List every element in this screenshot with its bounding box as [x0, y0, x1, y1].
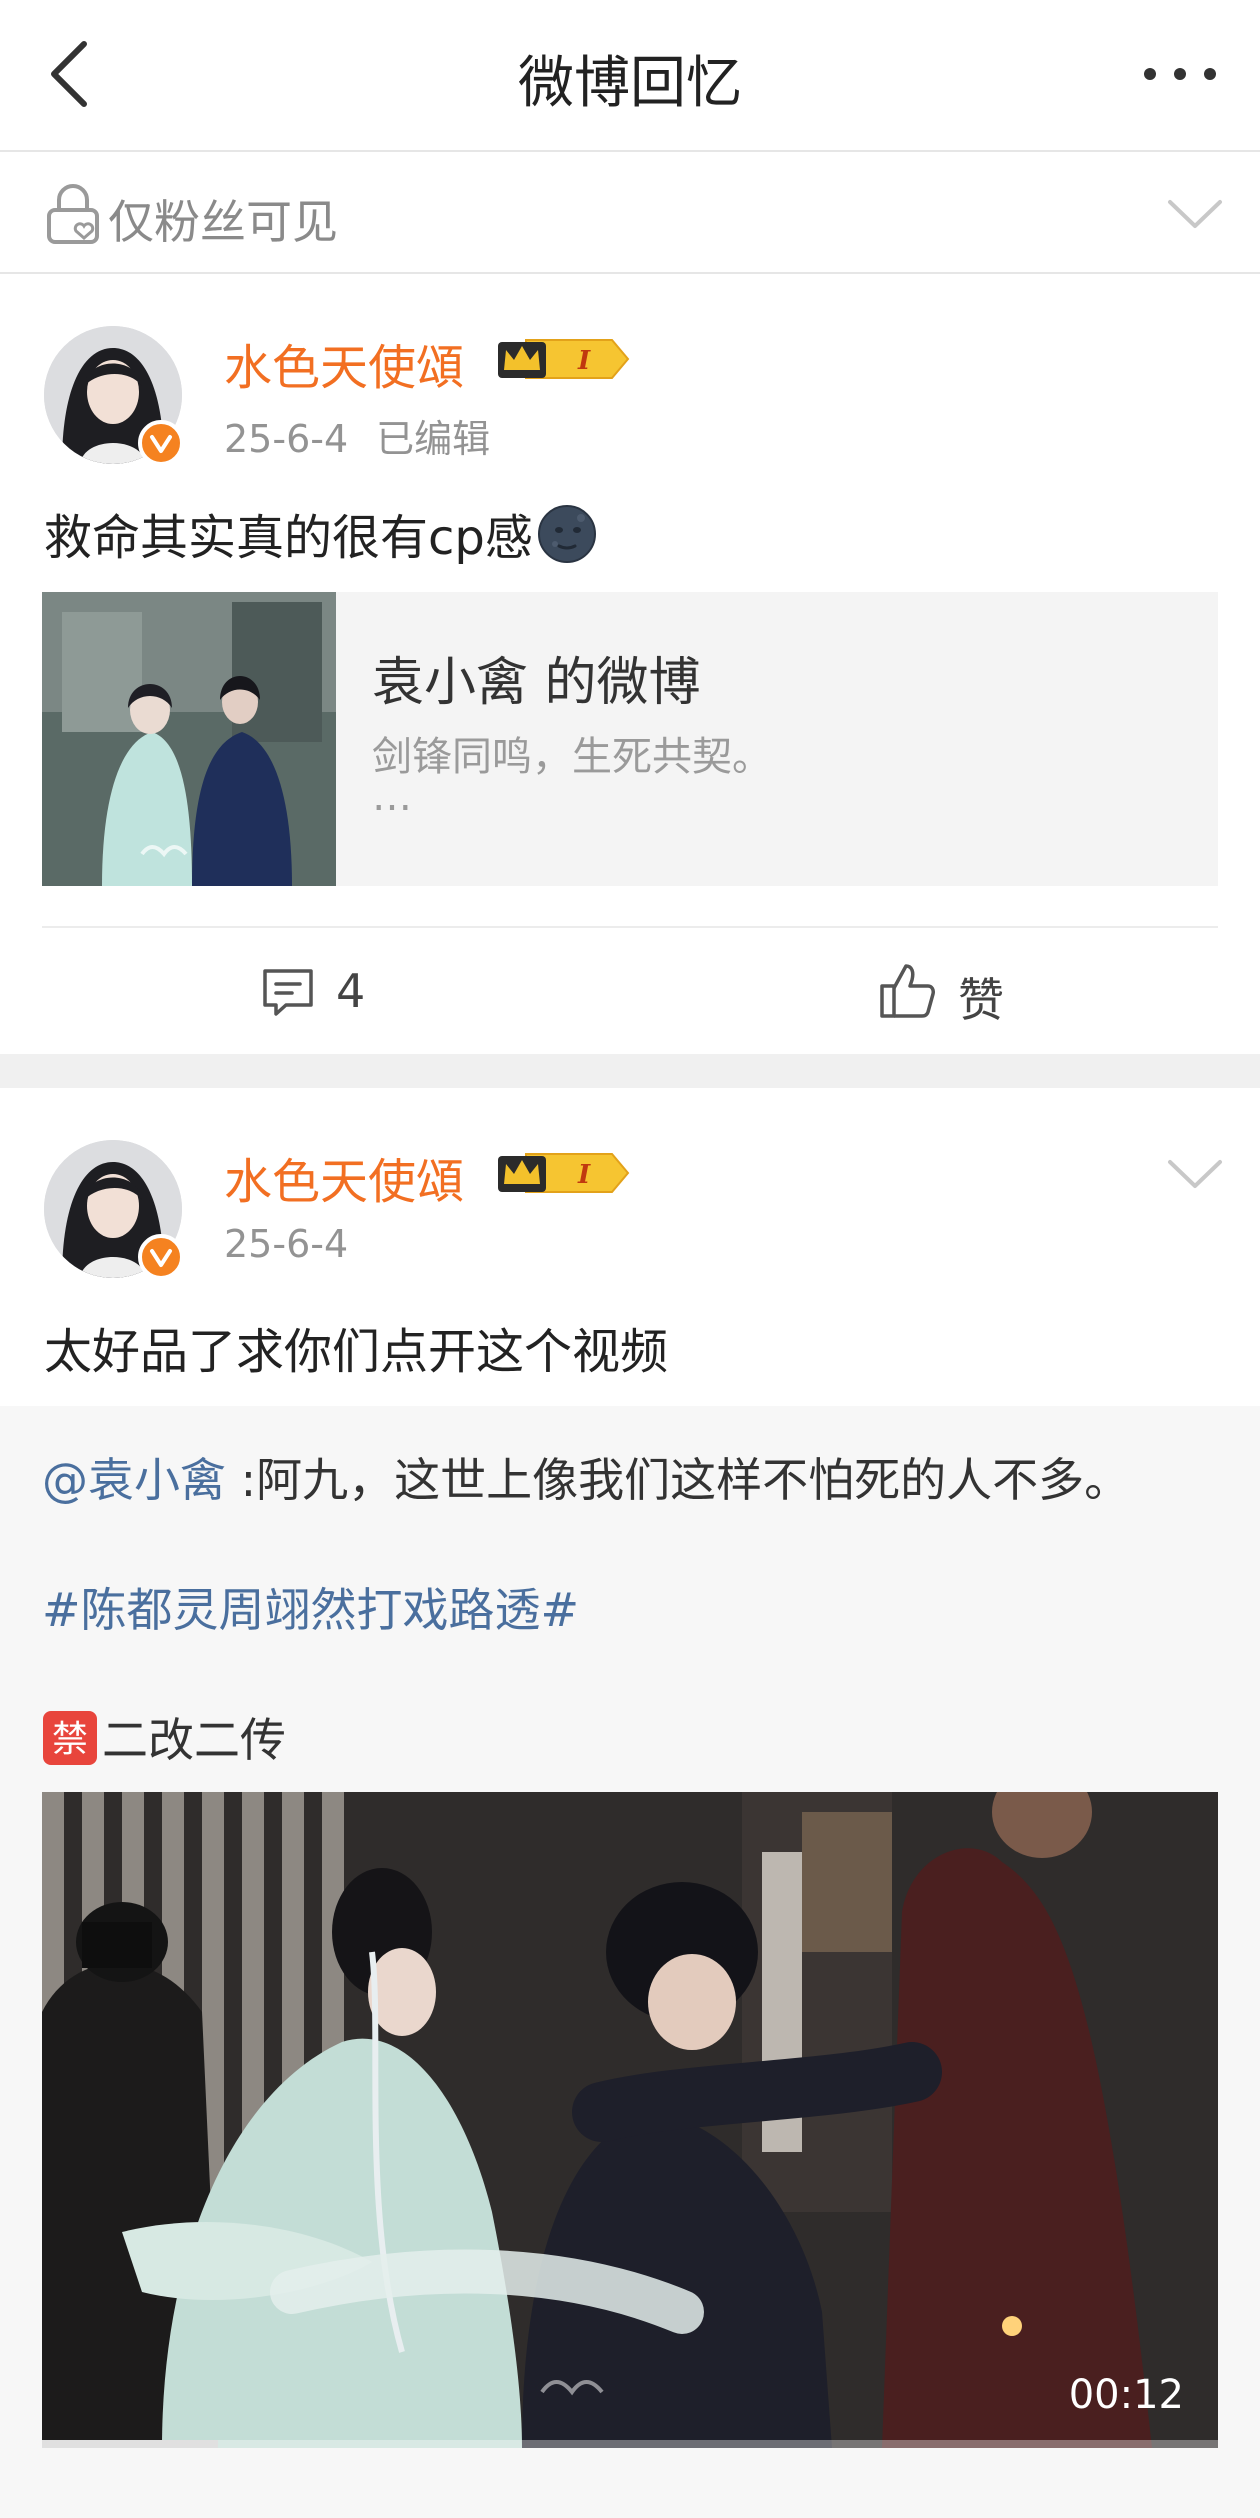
video-progress-bar[interactable] — [42, 2440, 1218, 2448]
repost-card[interactable]: 袁小禽 的微博 剑锋同鸣，生死共契。 … — [42, 592, 1218, 886]
section-divider — [0, 1054, 1260, 1088]
visibility-label: 仅粉丝可见 — [108, 195, 338, 249]
repost-ellipsis: … — [372, 774, 412, 820]
video-progress-fill — [42, 2440, 219, 2448]
visibility-row[interactable]: 仅粉丝可见 — [0, 152, 1260, 274]
username[interactable]: 水色天使頌 — [224, 328, 464, 398]
svg-text:I: I — [577, 1160, 591, 1190]
comment-icon — [263, 969, 313, 1016]
prohibited-icon: 禁 — [43, 1711, 97, 1765]
comment-count: 4 — [336, 964, 366, 1018]
svg-text:I: I — [577, 346, 591, 376]
repost-title: 袁小禽 的微博 — [372, 653, 701, 713]
quoted-line: :阿九，这世上像我们这样不怕死的人不多。 — [226, 1453, 1131, 1507]
mention-link[interactable]: @袁小禽 — [42, 1453, 226, 1507]
video-player[interactable]: 00:12 — [42, 1792, 1218, 2448]
video-duration: 00:12 — [1068, 2372, 1184, 2418]
username[interactable]: 水色天使頌 — [224, 1142, 464, 1212]
post-date: 25-6-4 — [224, 1222, 349, 1266]
comment-button[interactable]: 4 — [260, 958, 420, 1028]
post-text: 太好品了求你们点开这个视频 — [44, 1324, 669, 1380]
new-moon-face-icon — [537, 505, 596, 563]
chevron-down-icon[interactable] — [1166, 190, 1224, 238]
verified-v-icon — [150, 435, 172, 453]
video-frame — [42, 1792, 1218, 2448]
svg-text:禁: 禁 — [52, 1719, 88, 1760]
ban-note: 禁 二改二传 — [42, 1704, 286, 1770]
quoted-text: @袁小禽 :阿九，这世上像我们这样不怕死的人不多。 — [42, 1444, 1130, 1510]
chevron-down-icon[interactable] — [1166, 1150, 1224, 1198]
post-card: 水色天使頌 I 25-6-4 太好品了求你们点开这个视频 — [0, 1088, 1260, 1406]
lock-heart-icon — [47, 184, 99, 244]
repost-thumbnail — [42, 592, 336, 886]
post-text-content: 救命其实真的很有cp感 — [44, 510, 533, 566]
avatar[interactable] — [44, 1140, 184, 1280]
like-button[interactable]: 赞 — [878, 958, 1038, 1028]
verified-v-icon — [150, 1249, 172, 1267]
verified-badge — [138, 420, 184, 466]
hashtag-link[interactable]: #陈都灵周翊然打戏路透# — [42, 1574, 579, 1640]
post-meta: 25-6-4 已编辑 — [224, 408, 490, 463]
vip-badge: I — [496, 1148, 632, 1198]
post-date: 25-6-4 — [224, 417, 349, 461]
post-text: 救命其实真的很有cp感 — [44, 498, 597, 568]
repost-excerpt: 剑锋同鸣，生死共契。 — [372, 734, 772, 780]
ban-text: 二改二传 — [102, 1713, 286, 1767]
avatar[interactable] — [44, 326, 184, 466]
more-dots-icon — [1144, 68, 1216, 80]
more-button[interactable] — [1140, 44, 1220, 104]
top-bar: 微博回忆 — [0, 0, 1260, 152]
page-title: 微博回忆 — [518, 51, 742, 116]
like-label: 赞 — [958, 973, 1004, 1027]
thumbs-up-icon — [880, 964, 935, 1018]
verified-badge — [138, 1234, 184, 1280]
action-divider — [42, 926, 1218, 928]
edited-label: 已编辑 — [376, 417, 491, 461]
post-meta: 25-6-4 — [224, 1222, 348, 1266]
vip-badge: I — [496, 334, 632, 384]
